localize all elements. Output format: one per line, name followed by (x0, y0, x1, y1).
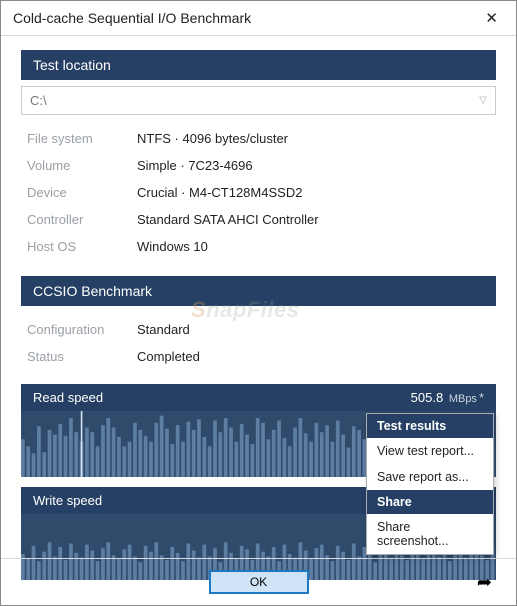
info-row: Host OSWindows 10 (27, 233, 490, 260)
footer: OK ➦ (1, 558, 516, 605)
info-row: VolumeSimple · 7C23-4696 (27, 152, 490, 179)
info-label: Volume (27, 158, 137, 173)
info-value: Completed (137, 349, 200, 364)
menu-item-view-report[interactable]: View test report... (367, 438, 493, 464)
path-value: C:\ (30, 93, 47, 108)
info-value: Standard (137, 322, 190, 337)
info-row: File systemNTFS · 4096 bytes/cluster (27, 125, 490, 152)
menu-header-share: Share (367, 490, 493, 514)
info-value: Crucial · M4-CT128M4SSD2 (137, 185, 302, 200)
info-label: Configuration (27, 322, 137, 337)
share-menu: Test results View test report... Save re… (366, 413, 494, 555)
window-title: Cold-cache Sequential I/O Benchmark (13, 10, 251, 26)
read-speed-label: Read speed (33, 390, 103, 405)
chevron-down-icon: ▽ (479, 95, 487, 106)
ok-button[interactable]: OK (209, 570, 309, 594)
close-icon[interactable]: ✕ (477, 7, 506, 29)
info-label: Host OS (27, 239, 137, 254)
info-label: Controller (27, 212, 137, 227)
info-row: DeviceCrucial · M4-CT128M4SSD2 (27, 179, 490, 206)
location-info: File systemNTFS · 4096 bytes/cluster Vol… (21, 115, 496, 264)
menu-item-save-report[interactable]: Save report as... (367, 464, 493, 490)
benchmark-info: ConfigurationStandard StatusCompleted (21, 306, 496, 374)
info-value: Windows 10 (137, 239, 208, 254)
info-value: NTFS · 4096 bytes/cluster (137, 131, 288, 146)
section-test-location: Test location (21, 50, 496, 80)
titlebar: Cold-cache Sequential I/O Benchmark ✕ (1, 1, 516, 36)
menu-header-test-results: Test results (367, 414, 493, 438)
info-value: Standard SATA AHCI Controller (137, 212, 319, 227)
path-dropdown[interactable]: C:\ ▽ (21, 86, 496, 115)
info-label: File system (27, 131, 137, 146)
read-speed-header: Read speed 505.8 MBps* (21, 384, 496, 411)
info-row: ConfigurationStandard (27, 316, 490, 343)
section-ccsio-benchmark: CCSIO Benchmark (21, 276, 496, 306)
info-row: ControllerStandard SATA AHCI Controller (27, 206, 490, 233)
info-label: Status (27, 349, 137, 364)
info-row: StatusCompleted (27, 343, 490, 370)
info-value: Simple · 7C23-4696 (137, 158, 253, 173)
menu-item-share-screenshot[interactable]: Share screenshot... (367, 514, 493, 554)
write-speed-label: Write speed (33, 493, 102, 508)
read-speed-value: 505.8 MBps* (411, 390, 484, 405)
info-label: Device (27, 185, 137, 200)
share-icon[interactable]: ➦ (477, 572, 492, 593)
